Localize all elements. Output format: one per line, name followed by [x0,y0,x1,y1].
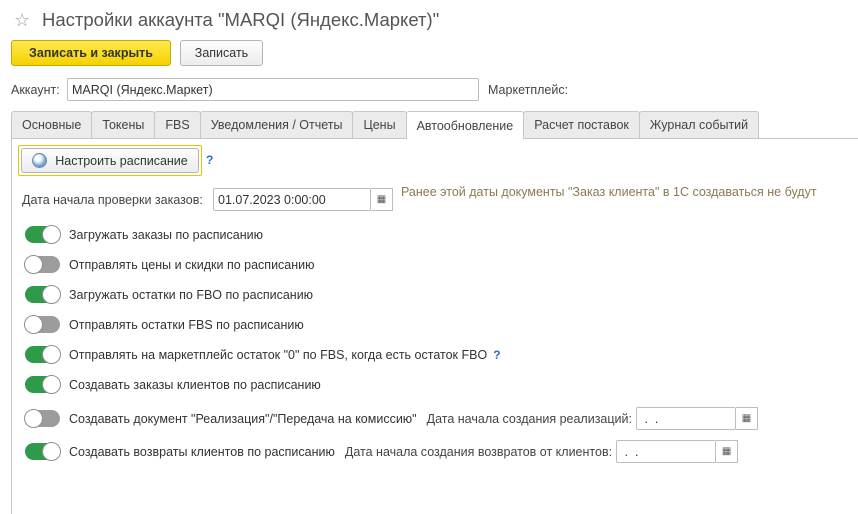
tab-autoupdate[interactable]: Автообновление [405,111,525,139]
star-icon[interactable]: ☆ [14,10,36,31]
configure-schedule-button[interactable]: Настроить расписание [21,148,199,173]
tab-main[interactable]: Основные [11,111,93,138]
tab-event-log[interactable]: Журнал событий [638,111,760,138]
toggle-label: Отправлять на маркетплейс остаток "0" по… [69,347,488,362]
orders-check-date-field: 01.07.2023 0:00:00 ▦ [213,188,393,211]
save-button[interactable]: Записать [180,40,263,66]
toggle-row: Отправлять на маркетплейс остаток "0" по… [25,345,501,364]
tab-tokens[interactable]: Токены [91,111,156,138]
toggle-row: Создавать документ "Реализация"/"Передач… [24,407,758,430]
tab-supply-calc[interactable]: Расчет поставок [523,111,640,138]
title-bar: ☆ Настройки аккаунта "MARQI (Яндекс.Марк… [14,8,439,32]
send-fbs-stock-toggle[interactable] [24,315,60,334]
send-zero-fbs-toggle[interactable] [25,345,61,364]
marketplace-label: Маркетплейс: [488,83,569,97]
toggle-row: Отправлять остатки FBS по расписанию [24,315,304,334]
create-orders-toggle[interactable] [25,375,61,394]
help-icon[interactable]: ? [206,153,213,167]
load-orders-toggle[interactable] [25,225,61,244]
toggle-row: Загружать заказы по расписанию [25,225,264,244]
toggle-label: Отправлять остатки FBS по расписанию [69,317,304,332]
tab-notifications[interactable]: Уведомления / Отчеты [199,111,354,138]
panel-border [11,138,12,514]
toggle-row: Создавать заказы клиентов по расписанию [25,375,321,394]
page-title: Настройки аккаунта "MARQI (Яндекс.Маркет… [42,9,440,30]
send-prices-toggle[interactable] [24,255,60,274]
toggle-label: Создавать документ "Реализация"/"Передач… [69,411,417,426]
orders-check-date-label: Дата начала проверки заказов: [22,193,203,207]
toggle-row: Создавать возвраты клиентов по расписани… [25,440,739,463]
load-fbo-stock-toggle[interactable] [25,285,61,304]
calendar-icon[interactable]: ▦ [371,188,393,211]
toggle-row: Отправлять цены и скидки по расписанию [24,255,315,274]
toggle-row: Загружать остатки по FBO по расписанию [25,285,314,304]
orders-check-note: Ранее этой даты документы "Заказ клиента… [401,185,817,199]
create-returns-toggle[interactable] [25,442,61,461]
toggle-label: Отправлять цены и скидки по расписанию [69,257,315,272]
toggle-label: Создавать возвраты клиентов по расписани… [69,444,335,459]
account-label: Аккаунт: [11,83,60,97]
returns-date-input[interactable]: . . [616,440,717,463]
calendar-icon[interactable]: ▦ [735,407,758,430]
help-icon[interactable]: ? [493,348,500,362]
account-input[interactable]: MARQI (Яндекс.Маркет) [67,78,479,101]
toggle-label: Загружать остатки по FBO по расписанию [69,287,314,302]
sales-date-input[interactable]: . . [635,407,736,430]
create-sales-toggle[interactable] [24,409,60,428]
toggle-label: Создавать заказы клиентов по расписанию [69,377,321,392]
tab-bar: Основные Токены FBS Уведомления / Отчеты… [11,111,760,139]
orders-check-date-input[interactable]: 01.07.2023 0:00:00 [213,188,371,211]
globe-icon [32,153,48,168]
configure-schedule-label: Настроить расписание [55,153,188,168]
save-and-close-button[interactable]: Записать и закрыть [11,40,171,66]
tab-fbs[interactable]: FBS [154,111,201,138]
calendar-icon[interactable]: ▦ [716,440,739,463]
tab-prices[interactable]: Цены [352,111,407,138]
sales-date-label: Дата начала создания реализаций: [426,411,632,426]
toggle-label: Загружать заказы по расписанию [69,227,264,242]
returns-date-label: Дата начала создания возвратов от клиент… [344,444,613,459]
